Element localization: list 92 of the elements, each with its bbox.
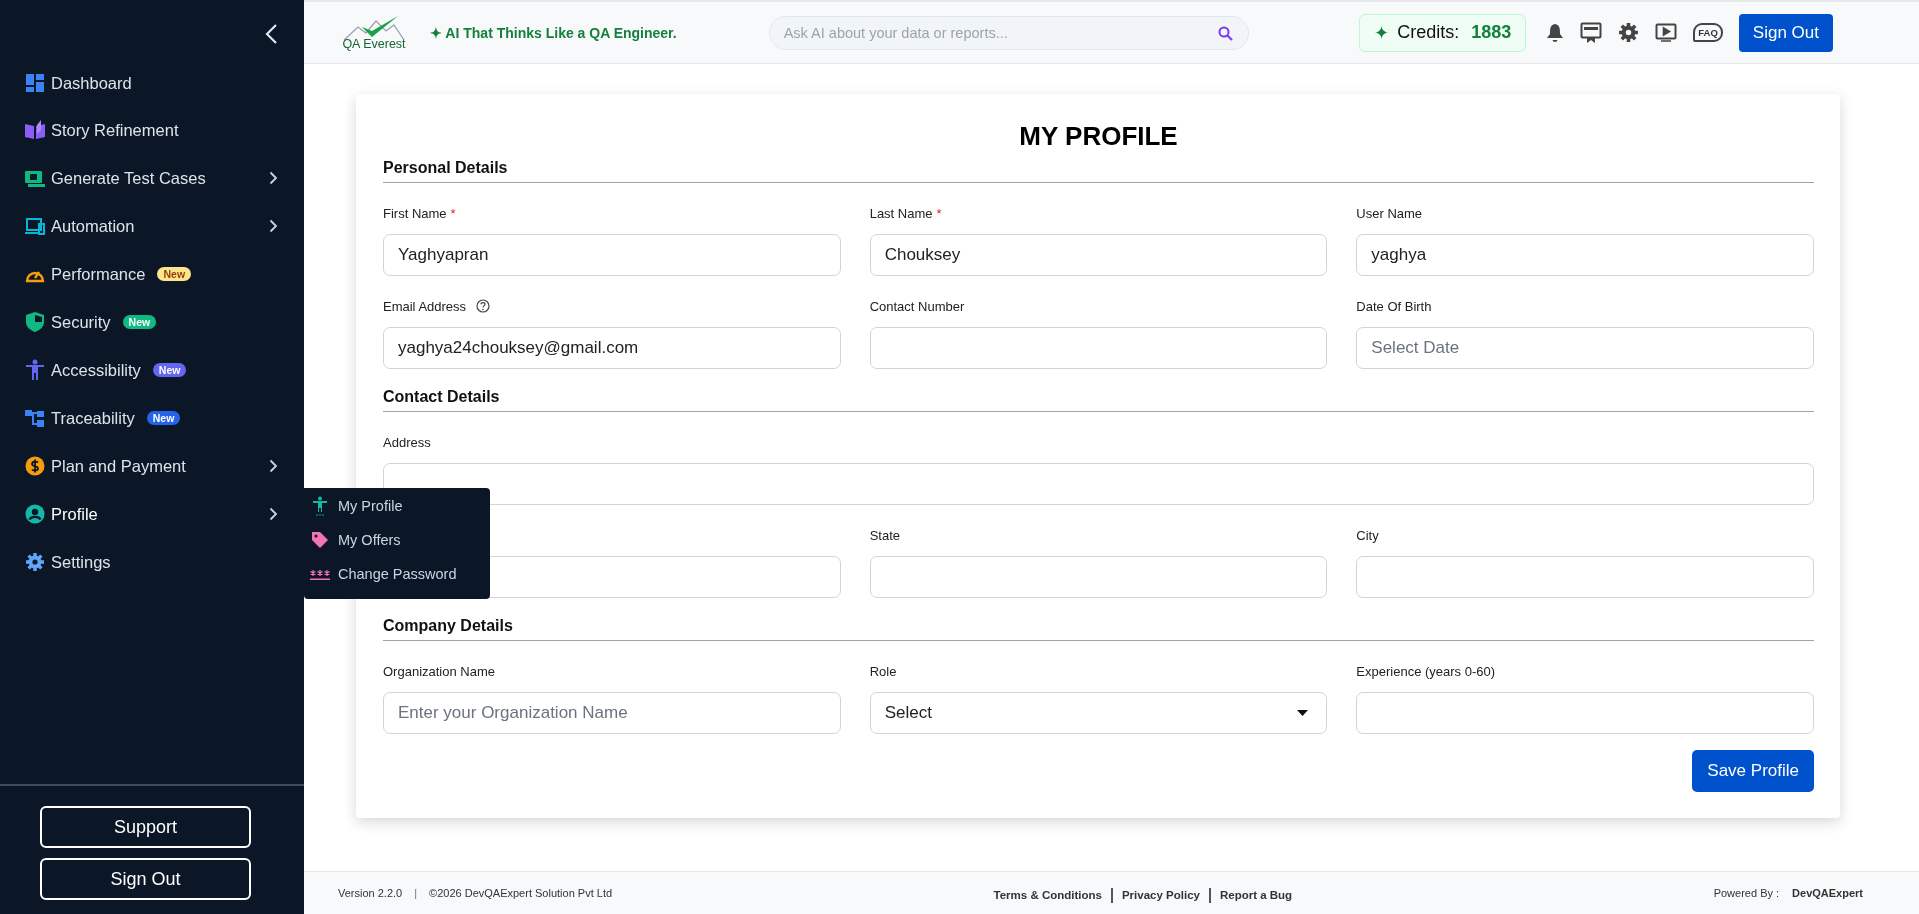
page-title: MY PROFILE [1018,120,1179,153]
book-icon [24,120,46,140]
field-label: Email Address [383,298,467,314]
text-field[interactable]: yaghya [1356,234,1814,276]
field-label: Address [383,434,431,450]
text-field[interactable] [1356,692,1814,734]
mountain-check-logo [342,14,406,41]
copyright-text: ©2026 DevQAExpert Solution Pvt Ltd [429,887,613,899]
submenu-item[interactable]: Change Password [304,557,490,591]
chevron-right-icon [269,507,278,521]
sidebar-item[interactable]: Profile [51,504,98,524]
chevron-right-icon [269,459,278,473]
sidebar-item[interactable]: Story Refinement [51,120,179,140]
field-label: Last Name [869,205,933,221]
text-field[interactable]: Select Date [1356,327,1814,369]
text-field[interactable] [869,327,1328,369]
tag-icon [310,531,330,549]
new-badge: New [152,363,187,377]
sign-out-button[interactable]: Sign Out [1738,13,1833,52]
sidebar-button[interactable]: Support [40,806,251,848]
submenu-item[interactable]: My Offers [304,523,490,557]
company-name: DevQAExpert [1792,887,1863,899]
search-field[interactable]: Ask AI about your data or reports... [768,15,1249,50]
help-icon[interactable] [476,299,491,313]
sidebar-item[interactable]: Plan and Payment [51,456,186,476]
settings-icon[interactable] [1618,22,1640,43]
version-text: Version 2.2.0 [338,887,403,899]
bell-icon[interactable] [1546,22,1565,43]
gear-icon [25,552,45,572]
tagline: ✦ AI That Thinks Like a QA Engineer. [430,24,677,41]
sidebar-item[interactable]: Performance [51,264,146,284]
field-label: Contact Number [869,298,965,314]
caret-down-icon [1297,710,1309,716]
sidebar-item[interactable]: Accessibility [51,360,141,380]
video-play-icon[interactable] [1655,22,1678,43]
sidebar-item[interactable]: Traceability [51,408,135,428]
new-badge: New [122,315,157,329]
monitor-icon [24,168,46,188]
text-field[interactable] [869,556,1328,598]
footer-link[interactable]: Report a Bug [1219,889,1293,901]
save-profile-button[interactable]: Save Profile [1692,750,1814,792]
role-dropdown[interactable]: Select [869,692,1328,734]
text-field[interactable]: Enter your Organization Name [383,692,841,734]
text-field[interactable]: yaghya24chouksey@gmail.com [383,327,841,369]
footer-link[interactable]: Terms & Conditions [993,889,1102,901]
required-mark: * [936,205,942,221]
sidebar-item[interactable]: Security [51,312,111,332]
collapse-icon[interactable] [264,23,278,45]
dashboard-icon [25,73,45,93]
field-label: First Name [383,205,447,221]
text-field[interactable]: Chouksey [869,234,1328,276]
hierarchy-icon [24,408,46,428]
text-field[interactable] [1356,556,1814,598]
sidebar-item[interactable]: Generate Test Cases [51,168,206,188]
credits-label: Credits: [1397,22,1460,43]
logo-text: QA Everest [342,37,406,51]
new-badge: New [146,411,181,425]
field-label: Date Of Birth [1356,298,1432,314]
section-heading: Company Details [383,614,1814,641]
field-label: User Name [1356,205,1423,221]
footer-link[interactable]: Privacy Policy [1121,889,1200,901]
dollar-coin-icon [25,456,45,476]
required-mark: * [450,205,456,221]
accessibility-icon [310,496,330,516]
text-field[interactable]: Yaghyapran [383,234,841,276]
powered-by-label: Powered By : [1713,887,1780,899]
search-icon[interactable] [1217,25,1233,41]
credits-value: 1883 [1471,22,1512,43]
chevron-right-icon [269,171,278,185]
separator-text: | [414,887,418,899]
faq-button[interactable]: FAQ [1693,23,1723,42]
password-icon [310,568,330,580]
field-label: Experience (years 0-60) [1356,663,1496,679]
shield-icon [25,311,45,333]
sidebar-item[interactable]: Dashboard [51,73,132,93]
sidebar-item[interactable]: Automation [51,216,135,236]
new-badge: New [157,267,192,281]
certificate-icon[interactable] [1580,21,1603,44]
section-heading: Personal Details [383,156,1814,183]
sparkle-symbol: ✦ [1374,21,1390,44]
chevron-right-icon [269,219,278,233]
field-label: Role [869,663,897,679]
field-label: Organization Name [383,663,495,679]
section-heading: Contact Details [383,385,1814,412]
sidebar-button[interactable]: Sign Out [40,858,251,900]
submenu-item[interactable]: My Profile [304,489,490,523]
accessibility-icon [25,359,45,381]
field-label: City [1356,527,1379,543]
sidebar-item[interactable]: Settings [51,552,111,572]
field-label: State [869,527,900,543]
devices-icon [24,216,46,236]
user-circle-icon [25,504,45,524]
